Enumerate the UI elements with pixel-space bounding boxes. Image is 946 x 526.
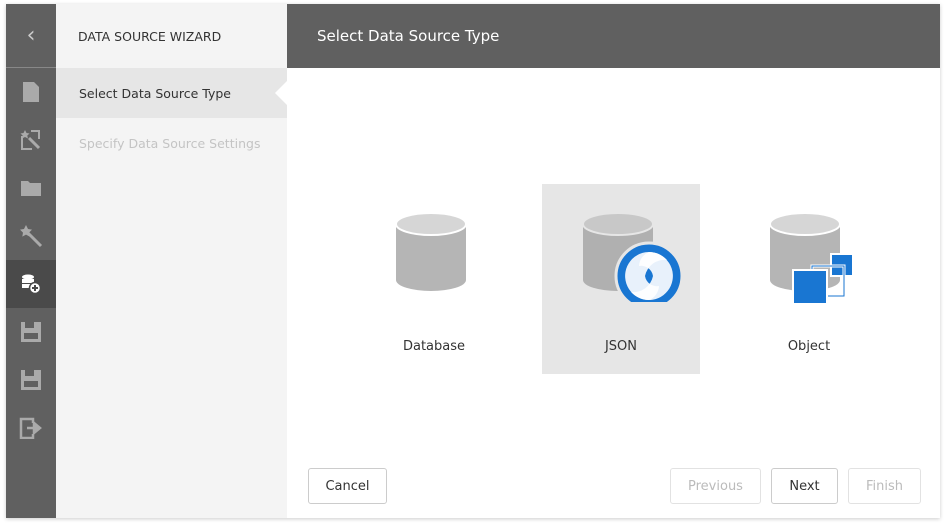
add-data-source-button[interactable] xyxy=(6,260,56,308)
page-title: Select Data Source Type xyxy=(287,4,940,68)
wizard-edit-icon xyxy=(20,130,41,150)
chevron-left-icon: ‹ xyxy=(26,23,36,48)
icon-sidebar: ‹ xyxy=(6,4,56,518)
folder-icon xyxy=(21,181,41,196)
option-label: JSON xyxy=(604,339,638,354)
option-label: Object xyxy=(787,339,831,354)
object-icon xyxy=(770,212,854,305)
open-button[interactable] xyxy=(6,164,56,212)
save-button[interactable] xyxy=(6,308,56,356)
back-button[interactable]: ‹ xyxy=(6,4,56,68)
json-database-icon xyxy=(582,212,684,302)
option-database[interactable]: Database xyxy=(355,184,513,374)
save-as-icon xyxy=(21,370,41,390)
wizard-page: Select Data Source Type Database JSON Ob… xyxy=(287,4,940,518)
step-select-data-source-type[interactable]: Select Data Source Type xyxy=(56,68,287,118)
add-data-source-icon xyxy=(22,274,42,295)
exit-button[interactable] xyxy=(6,404,56,452)
wizard-window: ‹ DATA SOURCE WIZARD Select Data Source … xyxy=(6,4,940,518)
next-button[interactable]: Next xyxy=(771,468,838,504)
database-icon xyxy=(395,212,467,291)
previous-button: Previous xyxy=(670,468,761,504)
wizard-button[interactable] xyxy=(6,212,56,260)
wizard-steps: DATA SOURCE WIZARD Select Data Source Ty… xyxy=(56,4,287,518)
finish-button: Finish xyxy=(848,468,921,504)
file-icon xyxy=(23,82,39,102)
save-icon xyxy=(21,322,41,342)
magic-wand-icon xyxy=(20,225,43,248)
exit-icon xyxy=(19,417,42,439)
cancel-button[interactable]: Cancel xyxy=(308,468,387,504)
option-object[interactable]: Object xyxy=(730,184,888,374)
option-label: Database xyxy=(402,339,466,354)
wizard-title: DATA SOURCE WIZARD xyxy=(78,28,222,44)
save-as-button[interactable] xyxy=(6,356,56,404)
new-file-button[interactable] xyxy=(6,68,56,116)
step-specify-data-source-settings: Specify Data Source Settings xyxy=(79,135,261,151)
option-json[interactable]: JSON xyxy=(542,184,700,374)
wizard-edit-button[interactable] xyxy=(6,116,56,164)
